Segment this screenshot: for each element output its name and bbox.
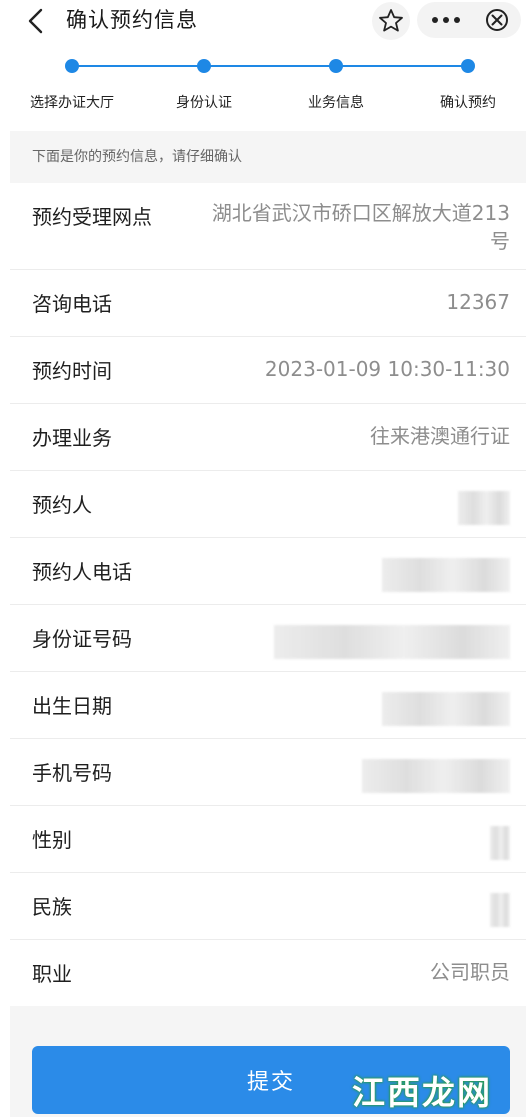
info-row-applicant: 预约人 <box>10 471 526 538</box>
row-value: 2023-01-09 10:30-11:30 <box>264 357 510 381</box>
step-dot-1 <box>65 59 79 73</box>
step-label-1: 选择办证大厅 <box>30 95 114 111</box>
row-label: 预约时间 <box>32 359 112 383</box>
blurred-value <box>382 558 510 592</box>
row-label: 预约受理网点 <box>32 205 152 229</box>
row-value: 12367 <box>446 290 510 314</box>
notice-text: 下面是你的预约信息，请仔细确认 <box>32 149 242 165</box>
row-label: 出生日期 <box>32 694 112 718</box>
row-value: 湖北省武汉市硚口区解放大道213号 <box>211 201 510 253</box>
star-outline-icon <box>379 9 403 32</box>
info-row-phone: 咨询电话 12367 <box>10 270 526 337</box>
favorite-button[interactable] <box>372 2 410 40</box>
appointment-info-list: 预约受理网点 湖北省武汉市硚口区解放大道213号 咨询电话 12367 预约时间… <box>10 183 526 1006</box>
info-row-birthdate: 出生日期 <box>10 672 526 739</box>
step-progress: 选择办证大厅 身份认证 业务信息 确认预约 <box>0 50 526 128</box>
blurred-value <box>274 625 510 659</box>
row-value: 公司职员 <box>430 960 510 984</box>
chevron-left-icon <box>28 8 43 34</box>
info-row-service: 办理业务 往来港澳通行证 <box>10 404 526 471</box>
page-title: 确认预约信息 <box>66 8 198 32</box>
blurred-value <box>382 692 510 726</box>
info-row-occupation: 职业 公司职员 <box>10 940 526 1006</box>
step-dot-4 <box>461 59 475 73</box>
row-label: 职业 <box>32 962 72 986</box>
row-label: 预约人电话 <box>32 560 132 584</box>
row-label: 预约人 <box>32 493 92 517</box>
info-row-branch: 预约受理网点 湖北省武汉市硚口区解放大道213号 <box>10 183 526 270</box>
blurred-value <box>362 759 510 793</box>
step-label-2: 身份认证 <box>176 95 232 111</box>
row-label: 手机号码 <box>32 761 112 785</box>
step-dot-3 <box>329 59 343 73</box>
circle-close-icon <box>486 9 508 31</box>
info-row-ethnicity: 民族 <box>10 873 526 940</box>
step-connector <box>72 65 468 67</box>
more-button[interactable] <box>417 2 475 38</box>
more-dots-icon <box>432 17 460 23</box>
back-button[interactable] <box>22 6 52 36</box>
info-row-time: 预约时间 2023-01-09 10:30-11:30 <box>10 337 526 404</box>
row-label: 咨询电话 <box>32 292 112 316</box>
info-row-mobile: 手机号码 <box>10 739 526 806</box>
row-label: 身份证号码 <box>32 627 132 651</box>
step-label-3: 业务信息 <box>308 95 364 111</box>
row-value: 往来港澳通行证 <box>370 424 510 448</box>
info-row-applicant-phone: 预约人电话 <box>10 538 526 605</box>
info-row-id-number: 身份证号码 <box>10 605 526 672</box>
info-row-gender: 性别 <box>10 806 526 873</box>
step-dot-2 <box>197 59 211 73</box>
confirm-notice: 下面是你的预约信息，请仔细确认 <box>10 131 526 183</box>
row-label: 办理业务 <box>32 426 112 450</box>
close-button[interactable] <box>479 2 519 38</box>
row-label: 民族 <box>32 895 72 919</box>
mini-program-capsule <box>417 2 521 38</box>
watermark-text: 江西龙网 <box>352 1073 492 1112</box>
watermark-logo: 江西龙网 <box>352 1062 522 1112</box>
blurred-value <box>490 893 510 927</box>
step-label-4: 确认预约 <box>440 95 496 111</box>
nav-bar: 确认预约信息 <box>0 0 526 44</box>
blurred-value <box>490 826 510 860</box>
row-label: 性别 <box>32 828 72 852</box>
blurred-value <box>458 491 510 525</box>
